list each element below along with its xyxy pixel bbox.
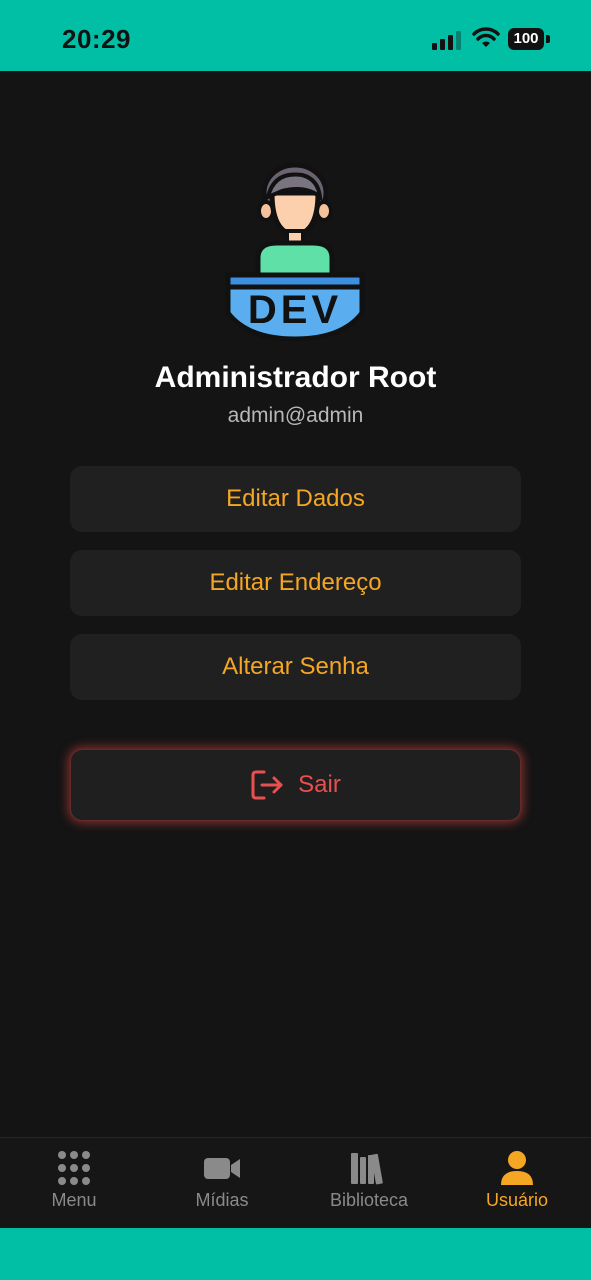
edit-address-button[interactable]: Editar Endereço	[70, 550, 521, 616]
status-bar: 20:29 100	[0, 0, 591, 71]
change-password-button[interactable]: Alterar Senha	[70, 634, 521, 700]
tab-biblioteca-label: Biblioteca	[329, 1190, 409, 1210]
cellular-signal-icon	[432, 31, 461, 50]
tab-menu-label: Menu	[51, 1190, 97, 1210]
home-indicator-area	[0, 1228, 591, 1280]
bottom-tab-bar: Menu Mídias Biblioteca Usuário	[0, 1137, 591, 1228]
logout-icon	[251, 770, 283, 800]
battery-indicator: 100	[508, 28, 544, 50]
logout-button[interactable]: Sair	[70, 749, 521, 821]
user-icon	[501, 1151, 533, 1185]
tab-midias-label: Mídias	[195, 1190, 249, 1210]
dev-avatar-icon: DEV	[225, 163, 365, 342]
tab-usuario[interactable]: Usuário	[443, 1138, 591, 1229]
profile-screen: DEV Administrador Root admin@admin Edita…	[0, 71, 591, 1137]
tab-menu[interactable]: Menu	[0, 1138, 148, 1229]
profile-email: admin@admin	[227, 404, 364, 427]
logout-label: Sair	[298, 771, 341, 798]
edit-data-button[interactable]: Editar Dados	[70, 466, 521, 532]
tab-midias[interactable]: Mídias	[148, 1138, 296, 1229]
profile-name: Administrador Root	[154, 361, 437, 394]
battery-cap	[546, 35, 550, 43]
grid-icon	[58, 1151, 90, 1185]
library-icon	[351, 1153, 383, 1185]
wifi-icon	[472, 27, 500, 47]
tab-biblioteca[interactable]: Biblioteca	[295, 1138, 443, 1229]
tab-usuario-label: Usuário	[485, 1190, 549, 1210]
video-camera-icon	[204, 1158, 240, 1179]
avatar-sign-text: DEV	[248, 288, 342, 332]
status-time: 20:29	[62, 24, 131, 54]
